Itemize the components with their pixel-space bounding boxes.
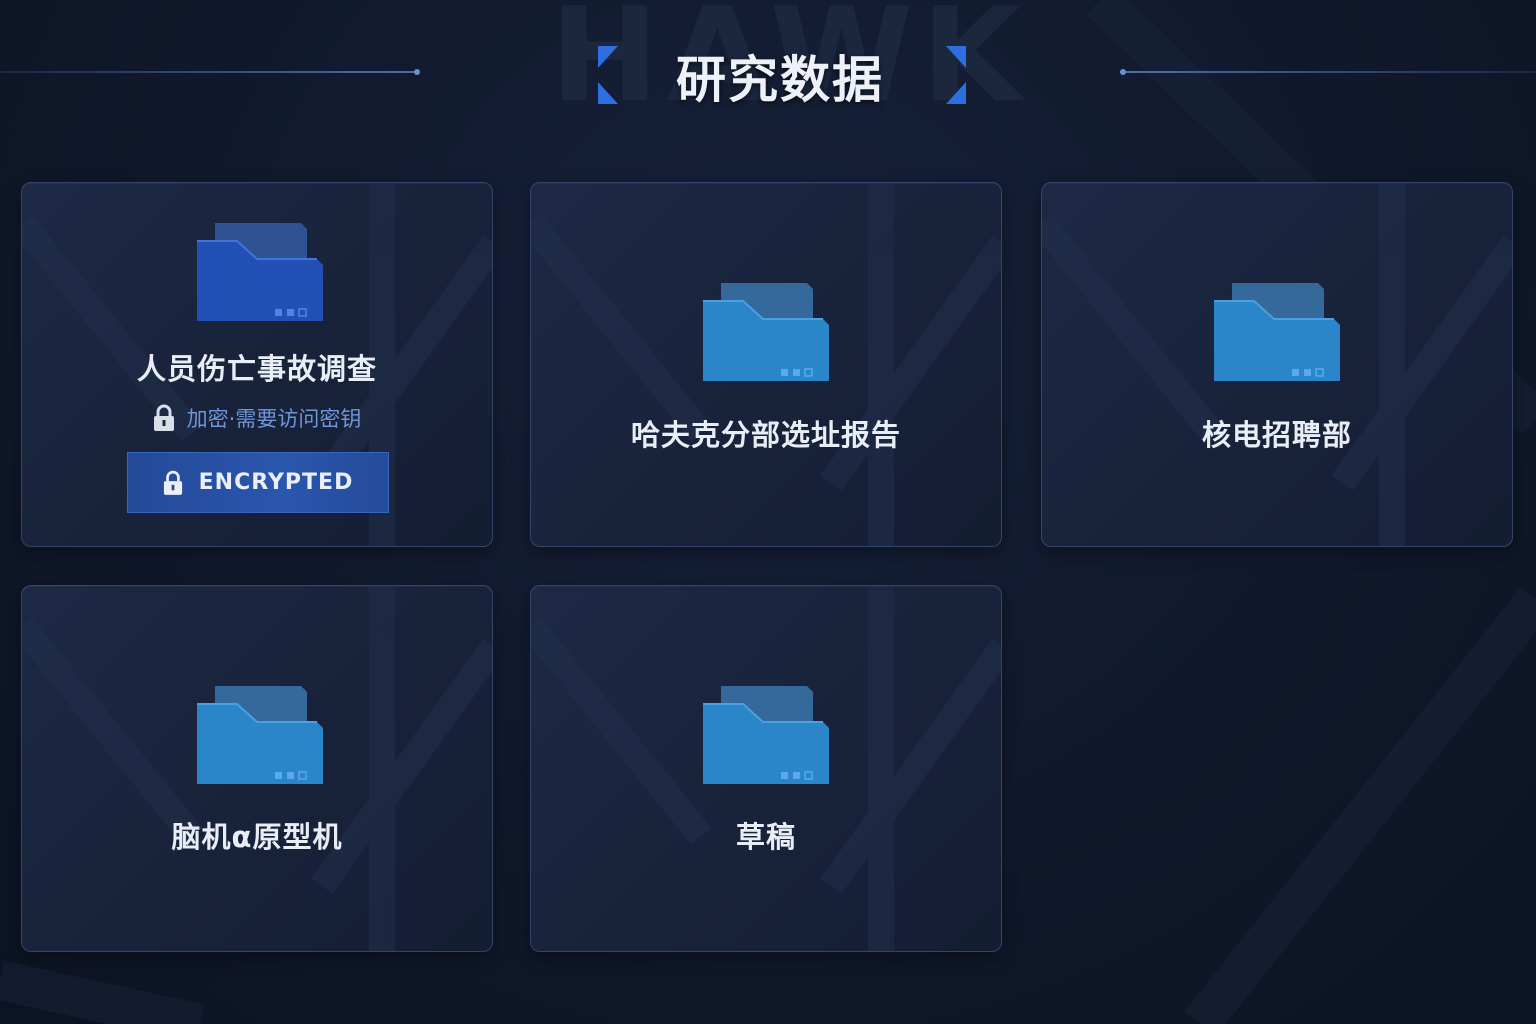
folder-icon [197, 686, 323, 784]
lock-note: 加密·需要访问密钥 [22, 403, 492, 433]
title-divider-dot-right [1120, 69, 1126, 75]
lock-note-text: 加密·需要访问密钥 [186, 407, 362, 431]
folder-locked-icon [197, 223, 323, 321]
encrypted-badge[interactable]: ENCRYPTED [127, 452, 389, 513]
folder-card-bci-prototype[interactable]: 脑机α原型机 [21, 585, 493, 952]
title-divider-right [1122, 71, 1536, 73]
folder-card-hawk-site-report[interactable]: 哈夫克分部选址报告 [530, 182, 1002, 547]
lock-icon [153, 404, 174, 431]
folder-icon [1214, 283, 1340, 381]
folder-name: 核电招聘部 [1201, 418, 1352, 452]
page-header: HAWK 研究数据 [0, 0, 1536, 150]
folder-icon [703, 686, 829, 784]
title-bracket-left-icon [598, 46, 618, 104]
folder-name: 哈夫克分部选址报告 [630, 418, 901, 452]
folder-card-nuclear-recruitment[interactable]: 核电招聘部 [1041, 182, 1513, 547]
lock-icon [163, 470, 182, 495]
folder-icon [703, 283, 829, 381]
title-bracket-right-icon [946, 46, 966, 104]
folder-card-casualty-investigation[interactable]: 人员伤亡事故调查 加密·需要访问密钥 ENCRYPTED [21, 182, 493, 547]
folder-name: 脑机α原型机 [171, 820, 343, 854]
title-divider-left [0, 71, 418, 73]
page-title: 研究数据 [676, 51, 884, 109]
folder-name: 草稿 [735, 820, 796, 854]
folder-card-drafts[interactable]: 草稿 [530, 585, 1002, 952]
encrypted-badge-label: ENCRYPTED [198, 470, 354, 495]
folder-name: 人员伤亡事故调查 [136, 352, 377, 386]
title-divider-dot-left [414, 69, 420, 75]
